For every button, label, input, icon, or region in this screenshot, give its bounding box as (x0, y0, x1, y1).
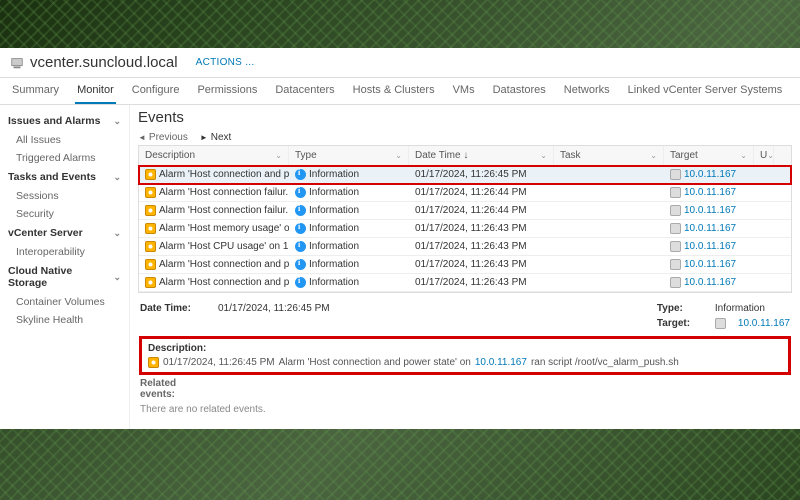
sidebar-sessions[interactable]: Sessions (0, 187, 129, 205)
main-content: Events Previous Next Description⌄Type⌄Da… (130, 105, 800, 429)
events-table: Description⌄Type⌄Date Time ↓⌄Task⌄Target… (138, 145, 792, 293)
tab-vms[interactable]: VMs (451, 78, 477, 104)
table-header: Description⌄Type⌄Date Time ↓⌄Task⌄Target… (139, 146, 791, 166)
prev-button[interactable]: Previous (138, 132, 188, 143)
target-label: Target: (657, 318, 703, 329)
alarm-icon (145, 277, 156, 288)
tab-configure[interactable]: Configure (130, 78, 182, 104)
sidebar-cloud-native-storage[interactable]: Cloud Native Storage⌄ (0, 261, 129, 293)
table-row[interactable]: Alarm 'Host CPU usage' on 1...Informatio… (139, 238, 791, 256)
description-box: Description: 01/17/2024, 11:26:45 PM Ala… (140, 337, 790, 374)
title-bar: vcenter.suncloud.local ACTIONS ... (0, 48, 800, 78)
actions-menu[interactable]: ACTIONS ... (196, 57, 255, 68)
info-icon (295, 187, 306, 198)
type-value: Information (715, 303, 765, 314)
col-u[interactable]: U⌄ (754, 146, 774, 165)
host-icon (670, 169, 681, 180)
tab-bar: Summary Monitor Configure Permissions Datace… (0, 78, 800, 105)
sidebar-interoperability[interactable]: Interoperability (0, 243, 129, 261)
desc-post: ran script /root/vc_alarm_push.sh (531, 357, 679, 368)
host-icon (670, 223, 681, 234)
table-row[interactable]: Alarm 'Host connection failur...Informat… (139, 202, 791, 220)
info-icon (295, 241, 306, 252)
table-body: Alarm 'Host connection and p...Informati… (139, 166, 791, 292)
host-icon (670, 205, 681, 216)
info-icon (295, 259, 306, 270)
related-events: Related events: There are no related eve… (140, 378, 790, 419)
host-icon (670, 277, 681, 288)
content-body: Issues and Alarms⌄All IssuesTriggered Al… (0, 105, 800, 429)
host-icon (715, 318, 726, 329)
info-icon (295, 223, 306, 234)
table-row[interactable]: Alarm 'Host connection and p...Informati… (139, 274, 791, 292)
table-row[interactable]: Alarm 'Host memory usage' o...Informatio… (139, 220, 791, 238)
table-row[interactable]: Alarm 'Host connection and p...Informati… (139, 256, 791, 274)
sidebar-skyline-health[interactable]: Skyline Health (0, 311, 129, 329)
page-title: vcenter.suncloud.local (30, 54, 178, 71)
col-date-time[interactable]: Date Time ↓⌄ (409, 146, 554, 165)
tab-permissions[interactable]: Permissions (195, 78, 259, 104)
desc-body: 01/17/2024, 11:26:45 PM Alarm 'Host conn… (148, 357, 782, 368)
datetime-label: Date Time: (140, 303, 210, 329)
tab-networks[interactable]: Networks (562, 78, 612, 104)
sidebar-issues-and-alarms[interactable]: Issues and Alarms⌄ (0, 111, 129, 131)
sidebar-security[interactable]: Security (0, 205, 129, 223)
next-button[interactable]: Next (200, 132, 231, 143)
alarm-icon (145, 241, 156, 252)
sidebar-tasks-and-events[interactable]: Tasks and Events⌄ (0, 167, 129, 187)
target-link[interactable]: 10.0.11.167 (738, 318, 790, 329)
section-title: Events (138, 109, 792, 126)
col-description[interactable]: Description⌄ (139, 146, 289, 165)
alarm-icon (148, 357, 159, 368)
tab-hosts-&-clusters[interactable]: Hosts & Clusters (351, 78, 437, 104)
table-row[interactable]: Alarm 'Host connection failur...Informat… (139, 184, 791, 202)
col-target[interactable]: Target⌄ (664, 146, 754, 165)
event-details: Date Time: 01/17/2024, 11:26:45 PM Type:… (138, 303, 792, 419)
tab-summary[interactable]: Summary (10, 78, 61, 104)
alarm-icon (145, 187, 156, 198)
col-task[interactable]: Task⌄ (554, 146, 664, 165)
info-icon (295, 205, 306, 216)
alarm-icon (145, 205, 156, 216)
table-row[interactable]: Alarm 'Host connection and p...Informati… (139, 166, 791, 184)
app-window: vcenter.suncloud.local ACTIONS ... Summa… (0, 48, 800, 429)
tab-monitor[interactable]: Monitor (75, 78, 116, 104)
rel-label: Related events: (140, 378, 210, 400)
desc-pre: Alarm 'Host connection and power state' … (279, 357, 471, 368)
tab-linked-vcenter-server-systems[interactable]: Linked vCenter Server Systems (626, 78, 785, 104)
alarm-icon (145, 223, 156, 234)
desc-label: Description: (148, 343, 218, 354)
tab-datastores[interactable]: Datastores (491, 78, 548, 104)
vcenter-icon (10, 56, 24, 70)
sidebar-vcenter-server[interactable]: vCenter Server⌄ (0, 223, 129, 243)
sidebar-triggered-alarms[interactable]: Triggered Alarms (0, 149, 129, 167)
tab-datacenters[interactable]: Datacenters (273, 78, 336, 104)
info-icon (295, 169, 306, 180)
sidebar: Issues and Alarms⌄All IssuesTriggered Al… (0, 105, 130, 429)
alarm-icon (145, 259, 156, 270)
host-icon (670, 241, 681, 252)
pager: Previous Next (138, 132, 792, 143)
type-label: Type: (657, 303, 703, 314)
datetime-value: 01/17/2024, 11:26:45 PM (218, 303, 330, 329)
sidebar-all-issues[interactable]: All Issues (0, 131, 129, 149)
alarm-icon (145, 169, 156, 180)
col-type[interactable]: Type⌄ (289, 146, 409, 165)
sidebar-container-volumes[interactable]: Container Volumes (0, 293, 129, 311)
host-icon (670, 187, 681, 198)
desc-time: 01/17/2024, 11:26:45 PM (163, 357, 275, 368)
host-icon (670, 259, 681, 270)
desc-host-link[interactable]: 10.0.11.167 (475, 357, 527, 368)
info-icon (295, 277, 306, 288)
rel-body: There are no related events. (140, 400, 790, 419)
